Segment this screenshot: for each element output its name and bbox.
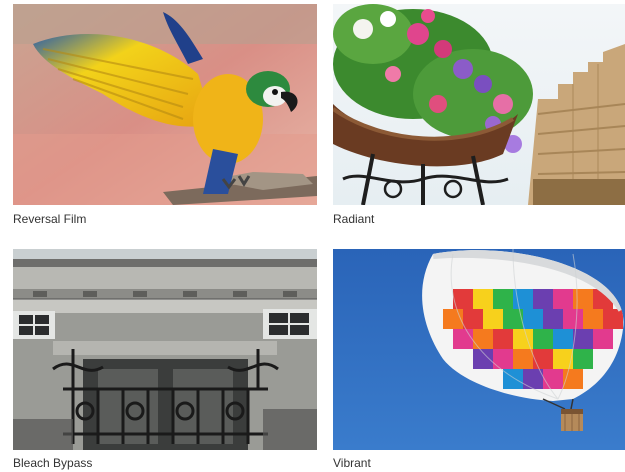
- parrot-photo[interactable]: [13, 4, 317, 205]
- flower-basket-photo[interactable]: [333, 4, 625, 205]
- effect-label-radiant: Radiant: [333, 212, 375, 226]
- effect-label-bleach-bypass: Bleach Bypass: [13, 456, 93, 470]
- building-balcony-photo[interactable]: [13, 249, 317, 450]
- effect-label-reversal-film: Reversal Film: [13, 212, 87, 226]
- hot-air-balloon-photo[interactable]: [333, 249, 625, 450]
- effect-label-vibrant: Vibrant: [333, 456, 371, 470]
- film-effect-gallery: Reversal Film Radiant Bleach Bypass Vibr…: [0, 0, 625, 472]
